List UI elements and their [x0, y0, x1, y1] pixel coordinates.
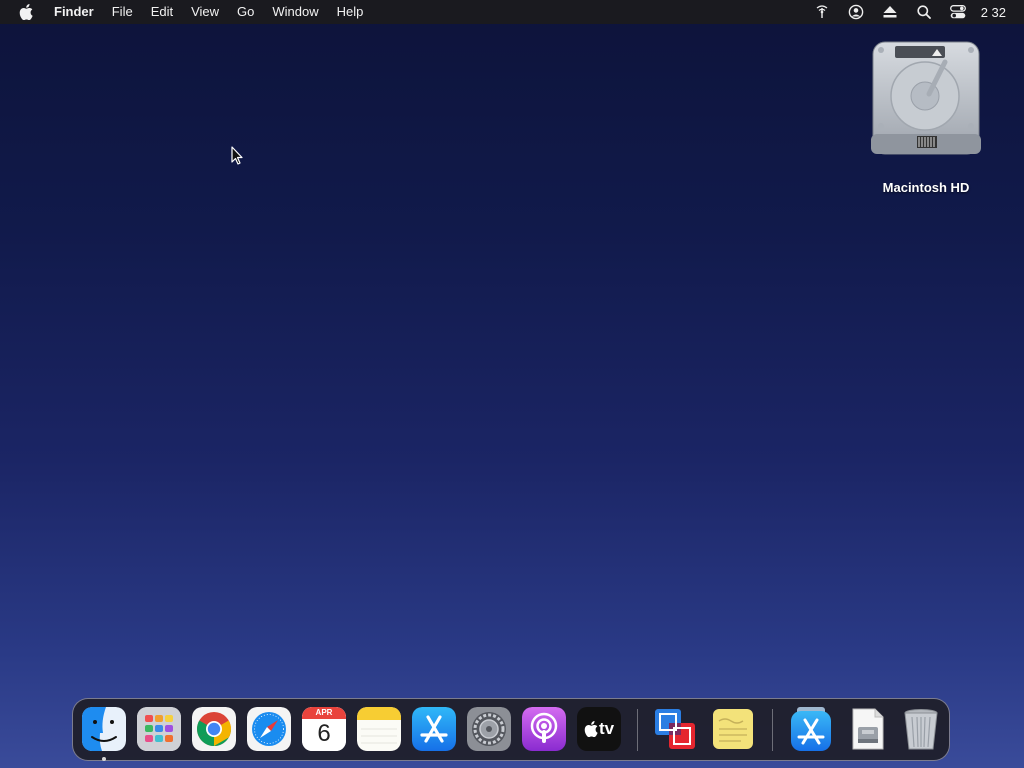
- desktop-icon-macintosh-hd[interactable]: Macintosh HD: [866, 38, 986, 198]
- notes-icon: [357, 707, 401, 751]
- apple-tv-label: tv: [598, 719, 615, 738]
- dock-system-preferences[interactable]: [467, 707, 511, 751]
- calendar-day: 6: [317, 720, 331, 747]
- apple-logo-icon[interactable]: [0, 4, 52, 20]
- dock-podcasts[interactable]: [522, 707, 566, 751]
- system-preferences-icon: [467, 707, 511, 751]
- control-center-icon[interactable]: [941, 0, 975, 24]
- stickies-icon: [713, 709, 753, 749]
- dock-calendar[interactable]: APR 6: [302, 707, 346, 751]
- dock-launchpad[interactable]: [137, 707, 181, 751]
- dock-stickies[interactable]: [711, 707, 755, 751]
- spotlight-search-icon[interactable]: [907, 0, 941, 24]
- chrome-icon: [192, 707, 236, 751]
- mouse-pointer-icon: [231, 146, 243, 165]
- dock-notes[interactable]: [357, 707, 401, 751]
- menu-file[interactable]: File: [103, 0, 142, 24]
- dock-separator: [637, 709, 638, 751]
- menu-help[interactable]: Help: [328, 0, 373, 24]
- user-account-icon[interactable]: [839, 0, 873, 24]
- dock-chrome[interactable]: [192, 707, 236, 751]
- disk-image-icon: [852, 708, 884, 750]
- network-icon[interactable]: [805, 0, 839, 24]
- hard-drive-icon: [871, 41, 981, 155]
- launchpad-icon: [137, 707, 181, 751]
- finder-icon: [82, 707, 126, 751]
- dock: APR 6 tv: [72, 698, 950, 761]
- dock-vmware-fusion[interactable]: [653, 707, 697, 751]
- dock-app-store[interactable]: [412, 707, 456, 751]
- podcasts-icon: [522, 707, 566, 751]
- desktop[interactable]: Finder File Edit View Go Window Help 2 3…: [0, 0, 1024, 768]
- safari-icon: [247, 707, 291, 751]
- eject-icon[interactable]: [873, 0, 907, 24]
- menu-bar: Finder File Edit View Go Window Help 2 3…: [0, 0, 1024, 24]
- dock-finder[interactable]: [82, 707, 126, 751]
- desktop-icon-label: Macintosh HD: [882, 180, 970, 195]
- dock-safari[interactable]: [247, 707, 291, 751]
- calendar-month: APR: [315, 708, 333, 717]
- dock-app-store-downloads[interactable]: [789, 707, 833, 751]
- running-indicator: [102, 757, 106, 761]
- app-store-icon: [412, 707, 456, 751]
- menu-app-finder[interactable]: Finder: [52, 0, 103, 24]
- menu-view[interactable]: View: [182, 0, 228, 24]
- menu-bar-clock[interactable]: 2 32: [975, 5, 1024, 20]
- apple-tv-icon: [584, 721, 598, 737]
- dock-apple-tv[interactable]: tv: [577, 707, 621, 751]
- dock-installer-disk[interactable]: [845, 707, 889, 751]
- trash-icon: [904, 709, 938, 750]
- vmware-fusion-icon: [655, 709, 695, 749]
- menu-edit[interactable]: Edit: [142, 0, 182, 24]
- app-store-folder-icon: [791, 707, 831, 751]
- menu-window[interactable]: Window: [263, 0, 327, 24]
- dock-separator: [772, 709, 773, 751]
- menu-go[interactable]: Go: [228, 0, 263, 24]
- dock-trash[interactable]: [899, 707, 943, 751]
